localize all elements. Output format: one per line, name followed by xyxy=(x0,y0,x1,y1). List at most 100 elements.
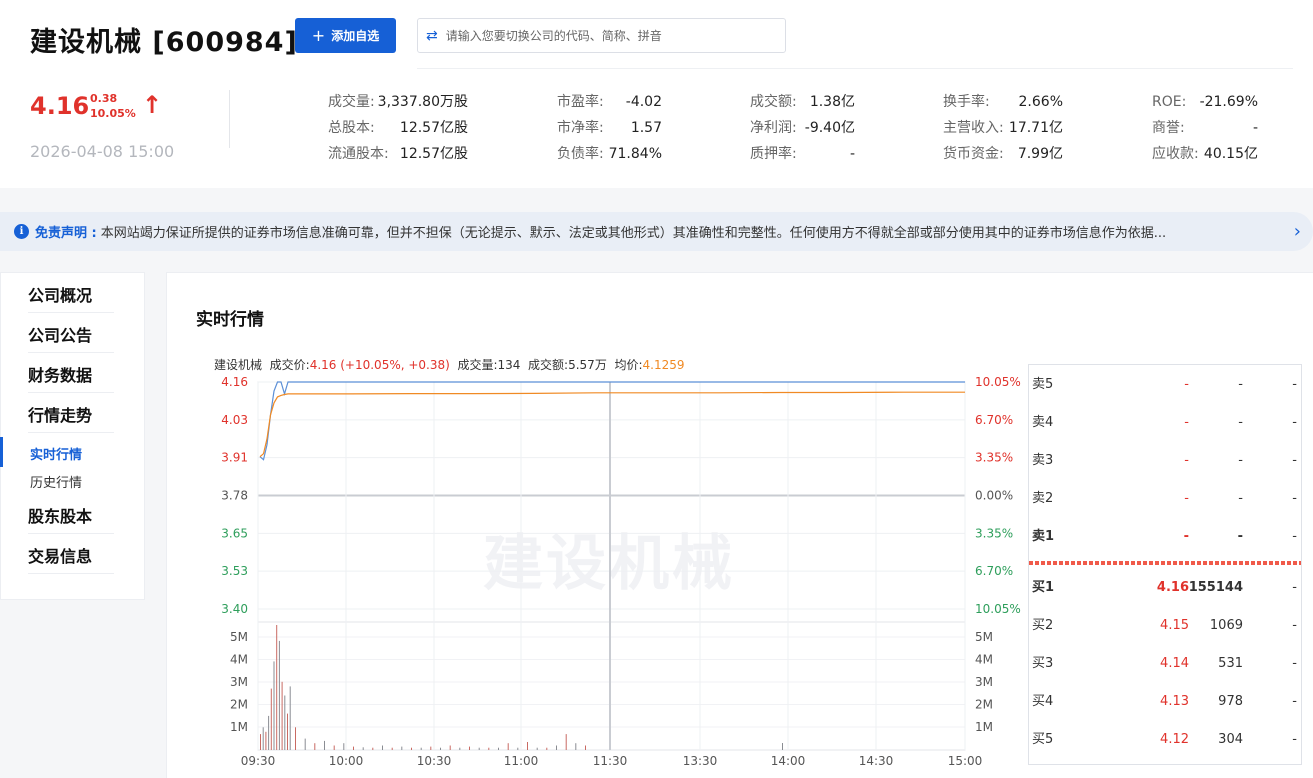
stat-label: 货币资金: xyxy=(943,146,1004,162)
sidebar-item-shareholders[interactable]: 股东股本 xyxy=(28,502,114,534)
disclaimer-text: 本网站竭力保证所提供的证券市场信息准确可靠，但并不担保（无论提示、默示、法定或其… xyxy=(100,226,1167,241)
stat-item: 市盈率: -4.02 xyxy=(557,92,662,112)
stat-item: 负债率: 71.84% xyxy=(557,144,662,164)
stat-item: ROE: -21.69% xyxy=(1152,92,1258,112)
sidebar-item-trading-info[interactable]: 交易信息 xyxy=(28,542,114,574)
buy-vol: 304 xyxy=(1218,732,1243,747)
disclaimer-bar[interactable]: i 免责声明 : 本网站竭力保证所提供的证券市场信息准确可靠，但并不担保（无论提… xyxy=(0,212,1313,251)
company-search-input[interactable]: ⇄ 请输入您要切换公司的代码、简称、拼音 xyxy=(417,18,786,53)
add-watchlist-button[interactable]: + 添加自选 xyxy=(295,18,396,53)
stat-value: 12.57亿股 xyxy=(399,146,468,162)
plus-icon: + xyxy=(311,26,326,45)
stat-label: 市盈率: xyxy=(557,94,604,110)
sell-label: 卖3 xyxy=(1032,453,1054,468)
sell-row: 卖3 - - - xyxy=(1029,451,1301,471)
stat-label: 质押率: xyxy=(750,146,797,162)
buy-price: 4.16 xyxy=(1156,580,1189,595)
buy-label: 买1 xyxy=(1032,580,1055,595)
sell-row: 卖4 - - - xyxy=(1029,413,1301,433)
disclaimer-label: 免责声明 : xyxy=(35,226,97,241)
stat-item: 货币资金: 7.99亿 xyxy=(943,144,1063,164)
section-title: 实时行情 xyxy=(196,310,264,330)
sidebar-subitem-history[interactable]: 历史行情 xyxy=(30,472,82,491)
stat-value: 71.84% xyxy=(608,146,662,162)
stat-label: 主营收入: xyxy=(943,120,1004,136)
buy-vol: 1069 xyxy=(1209,618,1243,633)
stat-value: 12.57亿股 xyxy=(399,120,468,136)
buy-vol: 155144 xyxy=(1188,580,1243,595)
sell-vol: - xyxy=(1238,491,1243,506)
buy-ext: - xyxy=(1292,580,1297,595)
stat-value: 3,337.80万股 xyxy=(377,94,468,110)
stat-item: 成交量: 3,337.80万股 xyxy=(328,92,468,112)
sidebar-subitem-realtime[interactable]: 实时行情 xyxy=(30,444,82,463)
stat-value: -9.40亿 xyxy=(804,120,855,136)
sidebar-item-financials[interactable]: 财务数据 xyxy=(28,361,114,393)
sell-price: - xyxy=(1183,529,1189,544)
active-indicator xyxy=(0,437,3,467)
buy-ext: - xyxy=(1292,732,1297,747)
chart-vol-label: 成交量: xyxy=(457,358,498,372)
sell-ext: - xyxy=(1292,377,1297,392)
stat-label: 流通股本: xyxy=(328,146,389,162)
chart-price-value: 4.16 (+10.05%, +0.38) xyxy=(309,358,450,372)
stat-value: 40.15亿 xyxy=(1203,146,1258,162)
sidebar-item-market-trend[interactable]: 行情走势 xyxy=(28,401,114,433)
up-arrow-icon: ↑ xyxy=(142,91,163,119)
buy-row: 买5 4.12 304 - xyxy=(1029,730,1301,750)
sell-label: 卖2 xyxy=(1032,491,1054,506)
sidebar-item-company-overview[interactable]: 公司概况 xyxy=(28,281,114,313)
chart-avg-label: 均价: xyxy=(614,358,643,372)
stat-label: 净利润: xyxy=(750,120,797,136)
stat-value: - xyxy=(849,146,855,162)
sell-ext: - xyxy=(1292,453,1297,468)
buy-vol: 531 xyxy=(1218,656,1243,671)
sell-vol: - xyxy=(1238,377,1243,392)
sell-price: - xyxy=(1184,377,1189,392)
buy-row: 买3 4.14 531 - xyxy=(1029,654,1301,674)
header-vertical-divider xyxy=(229,90,230,148)
sell-row: 卖2 - - - xyxy=(1029,489,1301,509)
stat-label: ROE: xyxy=(1152,94,1187,110)
stat-label: 负债率: xyxy=(557,146,604,162)
stat-item: 总股本: 12.57亿股 xyxy=(328,118,468,138)
stat-label: 成交额: xyxy=(750,94,797,110)
chart-amt-label: 成交额: xyxy=(528,358,569,372)
buy-row: 买2 4.15 1069 - xyxy=(1029,616,1301,636)
sell-label: 卖5 xyxy=(1032,377,1054,392)
sidebar-item-announcements[interactable]: 公司公告 xyxy=(28,321,114,353)
chevron-right-icon[interactable]: › xyxy=(1294,221,1301,242)
chart-avg-value: 4.1259 xyxy=(642,358,685,372)
stat-value: -21.69% xyxy=(1199,94,1258,110)
buy-label: 买3 xyxy=(1032,656,1054,671)
sell-price: - xyxy=(1184,491,1189,506)
add-watchlist-label: 添加自选 xyxy=(331,29,380,43)
buy-price: 4.15 xyxy=(1160,618,1189,633)
buy-ext: - xyxy=(1292,694,1297,709)
chart-price-label: 成交价: xyxy=(269,358,310,372)
sell-price: - xyxy=(1184,415,1189,430)
sell-row: 卖5 - - - xyxy=(1029,375,1301,395)
stat-item: 主营收入: 17.71亿 xyxy=(943,118,1063,138)
stat-value: - xyxy=(1252,120,1258,136)
search-placeholder: 请输入您要切换公司的代码、简称、拼音 xyxy=(445,29,662,43)
sell-ext: - xyxy=(1292,491,1297,506)
stat-label: 应收款: xyxy=(1152,146,1199,162)
stock-header: 建设机械 [600984] + 添加自选 ⇄ 请输入您要切换公司的代码、简称、拼… xyxy=(0,0,1313,188)
stat-item: 净利润: -9.40亿 xyxy=(750,118,855,138)
chart-stock-name: 建设机械 xyxy=(214,358,263,372)
swap-icon: ⇄ xyxy=(426,27,438,44)
order-book-divider xyxy=(1029,561,1301,565)
current-price: 4.16 xyxy=(30,92,90,120)
sell-ext: - xyxy=(1292,415,1297,430)
buy-row: 买1 4.16 155144 - xyxy=(1029,578,1301,598)
sell-label: 卖1 xyxy=(1032,529,1055,544)
sell-ext: - xyxy=(1292,529,1297,544)
header-divider xyxy=(417,68,1293,69)
stat-item: 流通股本: 12.57亿股 xyxy=(328,144,468,164)
sell-price: - xyxy=(1184,453,1189,468)
chart-vol-value: 134 xyxy=(497,358,521,372)
stat-item: 市净率: 1.57 xyxy=(557,118,662,138)
quote-datetime: 2026-04-08 15:00 xyxy=(30,142,175,161)
sell-label: 卖4 xyxy=(1032,415,1054,430)
